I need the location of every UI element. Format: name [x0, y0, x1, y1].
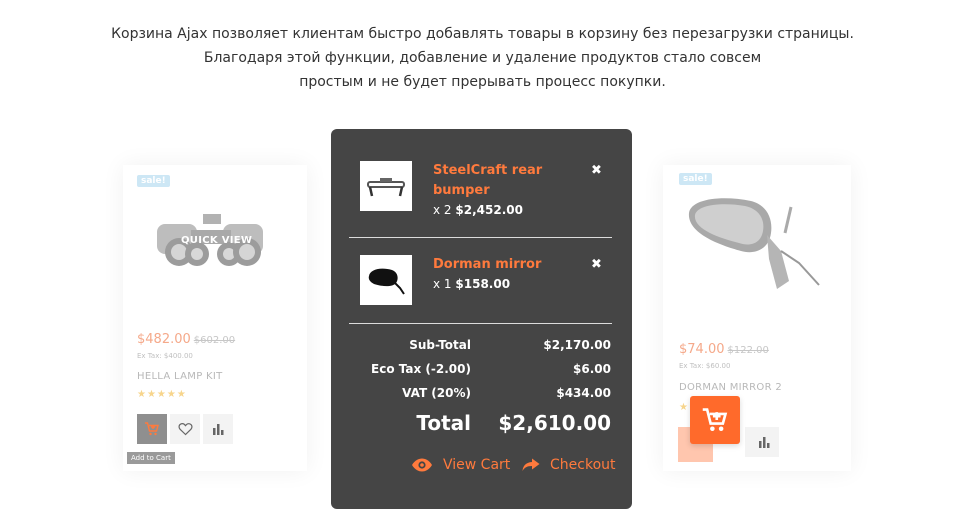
sale-badge: sale! — [679, 173, 712, 185]
add-to-cart-button[interactable] — [137, 414, 167, 444]
current-price: $482.00 — [137, 332, 191, 347]
rating-stars: ★★★★★ — [137, 389, 187, 400]
vat-value: $434.00 — [556, 386, 611, 400]
compare-button[interactable] — [203, 414, 233, 444]
price: $482.00 $602.00 — [137, 332, 235, 347]
cart-item-price: $2,452.00 — [455, 203, 523, 217]
intro-line-1: Корзина Ajax позволяет клиентам быстро д… — [111, 26, 854, 42]
checkout-label: Checkout — [550, 457, 616, 473]
ex-tax: Ex Tax: $60.00 — [679, 362, 731, 370]
share-arrow-icon — [522, 458, 540, 471]
old-price: $602.00 — [193, 335, 236, 346]
intro-line-2: Благодаря этой функции, добавление и уда… — [203, 50, 762, 66]
mirror-thumbnail[interactable] — [360, 255, 412, 305]
price: $74.00 $122.00 — [679, 342, 769, 357]
total-label: Total — [416, 411, 471, 435]
product-card-hella-lamp[interactable]: sale! QUICK VIEW $482.00 $602.00 Ex Tax: … — [123, 165, 307, 471]
mirror-image — [688, 198, 820, 289]
view-cart-link[interactable]: View Cart — [411, 457, 510, 473]
view-cart-label: View Cart — [443, 457, 511, 473]
total-value: $2,610.00 — [498, 411, 611, 435]
remove-item-icon[interactable]: ✖ — [591, 257, 602, 272]
cart-item-name[interactable]: SteelCraft rear bumper — [433, 161, 553, 201]
cart-item-qty-price: x 2 $2,452.00 — [433, 203, 523, 217]
bumper-thumbnail[interactable] — [360, 161, 412, 211]
add-to-cart-tooltip: Add to Cart — [127, 452, 175, 464]
compare-button[interactable] — [749, 427, 779, 457]
cart-item-qty-price: x 1 $158.00 — [433, 277, 510, 291]
cart-item-qty: x 1 — [433, 277, 452, 291]
floating-add-to-cart-button[interactable] — [690, 396, 740, 444]
subtotal-value: $2,170.00 — [543, 338, 611, 352]
eco-tax-label: Eco Tax (-2.00) — [371, 362, 471, 376]
cart-plus-icon — [702, 408, 728, 432]
cart-plus-icon — [145, 422, 159, 436]
eye-icon — [412, 458, 432, 472]
product-name[interactable]: DORMAN MIRROR 2 — [679, 382, 782, 393]
current-price: $74.00 — [679, 342, 725, 357]
bar-chart-icon — [213, 424, 224, 435]
quick-view-button[interactable]: QUICK VIEW — [181, 235, 252, 246]
bumper-icon — [367, 178, 405, 197]
intro-text: Корзина Ajax позволяет клиентам быстро д… — [0, 22, 965, 94]
subtotal-label: Sub-Total — [409, 338, 471, 352]
vat-label: VAT (20%) — [402, 386, 471, 400]
intro-line-3: простым и не будет прерывать процесс пок… — [299, 74, 666, 90]
divider — [349, 323, 612, 324]
remove-item-icon[interactable]: ✖ — [591, 163, 602, 178]
wishlist-button[interactable] — [170, 414, 200, 444]
cart-item: Dorman mirror x 1 $158.00 ✖ — [359, 255, 619, 305]
bar-chart-icon — [759, 437, 770, 448]
checkout-link[interactable]: Checkout — [522, 457, 616, 473]
ex-tax: Ex Tax: $400.00 — [137, 352, 193, 360]
mini-cart-dropdown: SteelCraft rear bumper x 2 $2,452.00 ✖ D… — [331, 129, 632, 509]
cart-item: SteelCraft rear bumper x 2 $2,452.00 ✖ — [359, 161, 619, 221]
eco-tax-value: $6.00 — [573, 362, 611, 376]
old-price: $122.00 — [727, 345, 769, 356]
sale-badge: sale! — [137, 175, 170, 187]
cart-item-qty: x 2 — [433, 203, 452, 217]
heart-icon — [177, 423, 193, 436]
divider — [349, 237, 612, 238]
rating-stars: ★ — [679, 402, 689, 413]
cart-item-name[interactable]: Dorman mirror — [433, 255, 553, 275]
product-name[interactable]: HELLA LAMP KIT — [137, 371, 223, 382]
mirror-icon — [368, 268, 405, 295]
cart-item-price: $158.00 — [455, 277, 511, 291]
